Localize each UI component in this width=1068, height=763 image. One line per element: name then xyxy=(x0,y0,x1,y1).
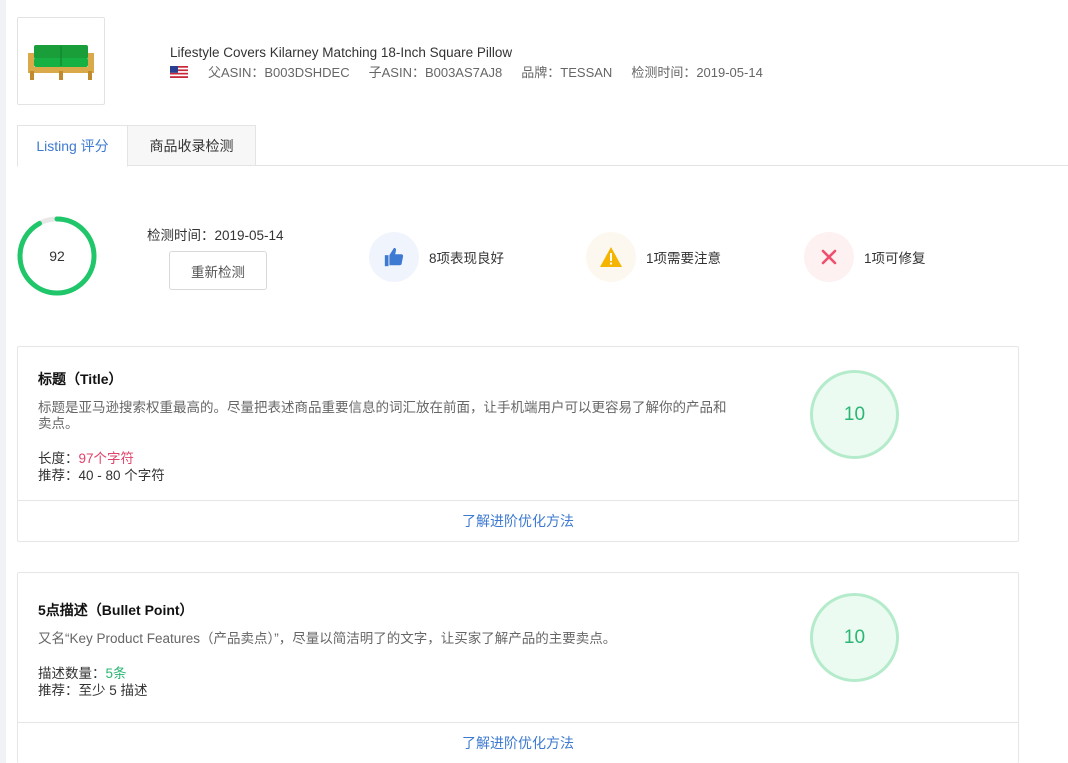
product-image[interactable] xyxy=(17,17,105,105)
parent-asin: 父ASIN：B003DSHDEC xyxy=(208,65,350,80)
warning-icon xyxy=(586,232,636,282)
bullet-point-check-card: 5点描述（Bullet Point） 又名“Key Product Featur… xyxy=(17,572,1019,763)
stat-fixable: 1项可修复 xyxy=(804,232,926,282)
title-recommendation: 推荐：40 - 80 个字符 xyxy=(38,468,165,483)
check-time: 检测时间：2019-05-14 xyxy=(147,228,284,243)
good-count-label: 8项表现良好 xyxy=(429,251,505,266)
tab-index-check[interactable]: 商品收录检测 xyxy=(128,125,256,166)
us-flag-icon xyxy=(170,65,188,78)
fixable-count-label: 1项可修复 xyxy=(864,251,926,266)
sofa-image xyxy=(28,45,94,80)
stat-warning: 1项需要注意 xyxy=(586,232,721,282)
product-meta: 父ASIN：B003DSHDEC 子ASIN：B003AS7AJ8 品牌：TES… xyxy=(170,62,782,81)
learn-more-link[interactable]: 了解进阶优化方法 xyxy=(18,500,1018,541)
recheck-button[interactable]: 重新检测 xyxy=(169,251,267,290)
brand: 品牌：TESSAN xyxy=(521,65,613,80)
card-description: 标题是亚马逊搜索权重最高的。尽量把表述商品重要信息的词汇放在前面，让手机端用户可… xyxy=(38,400,727,431)
overall-score-ring: 92 xyxy=(17,216,97,296)
bullet-recommendation: 推荐：至少 5 描述 xyxy=(38,683,148,698)
tab-bar: Listing 评分 商品收录检测 xyxy=(17,125,1068,167)
tab-listing-score[interactable]: Listing 评分 xyxy=(17,125,128,167)
close-icon xyxy=(804,232,854,282)
card-title: 5点描述（Bullet Point） xyxy=(38,602,194,618)
warning-count-label: 1项需要注意 xyxy=(646,251,722,266)
left-rail xyxy=(0,0,6,763)
stat-good: 8项表现良好 xyxy=(369,232,504,282)
overall-score: 92 xyxy=(49,248,65,264)
title-check-card: 标题（Title） 标题是亚马逊搜索权重最高的。尽量把表述商品重要信息的词汇放在… xyxy=(17,346,1019,542)
bullet-score: 10 xyxy=(810,593,899,682)
card-title: 标题（Title） xyxy=(38,371,123,387)
thumbs-up-icon xyxy=(369,232,419,282)
child-asin: 子ASIN：B003AS7AJ8 xyxy=(368,65,503,80)
title-score: 10 xyxy=(810,370,899,459)
learn-more-link[interactable]: 了解进阶优化方法 xyxy=(18,722,1018,763)
card-description: 又名“Key Product Features（产品卖点）”，尽量以简洁明了的文… xyxy=(38,631,617,646)
product-title[interactable]: Lifestyle Covers Kilarney Matching 18-In… xyxy=(170,45,512,60)
check-date: 检测时间：2019-05-14 xyxy=(631,65,763,80)
